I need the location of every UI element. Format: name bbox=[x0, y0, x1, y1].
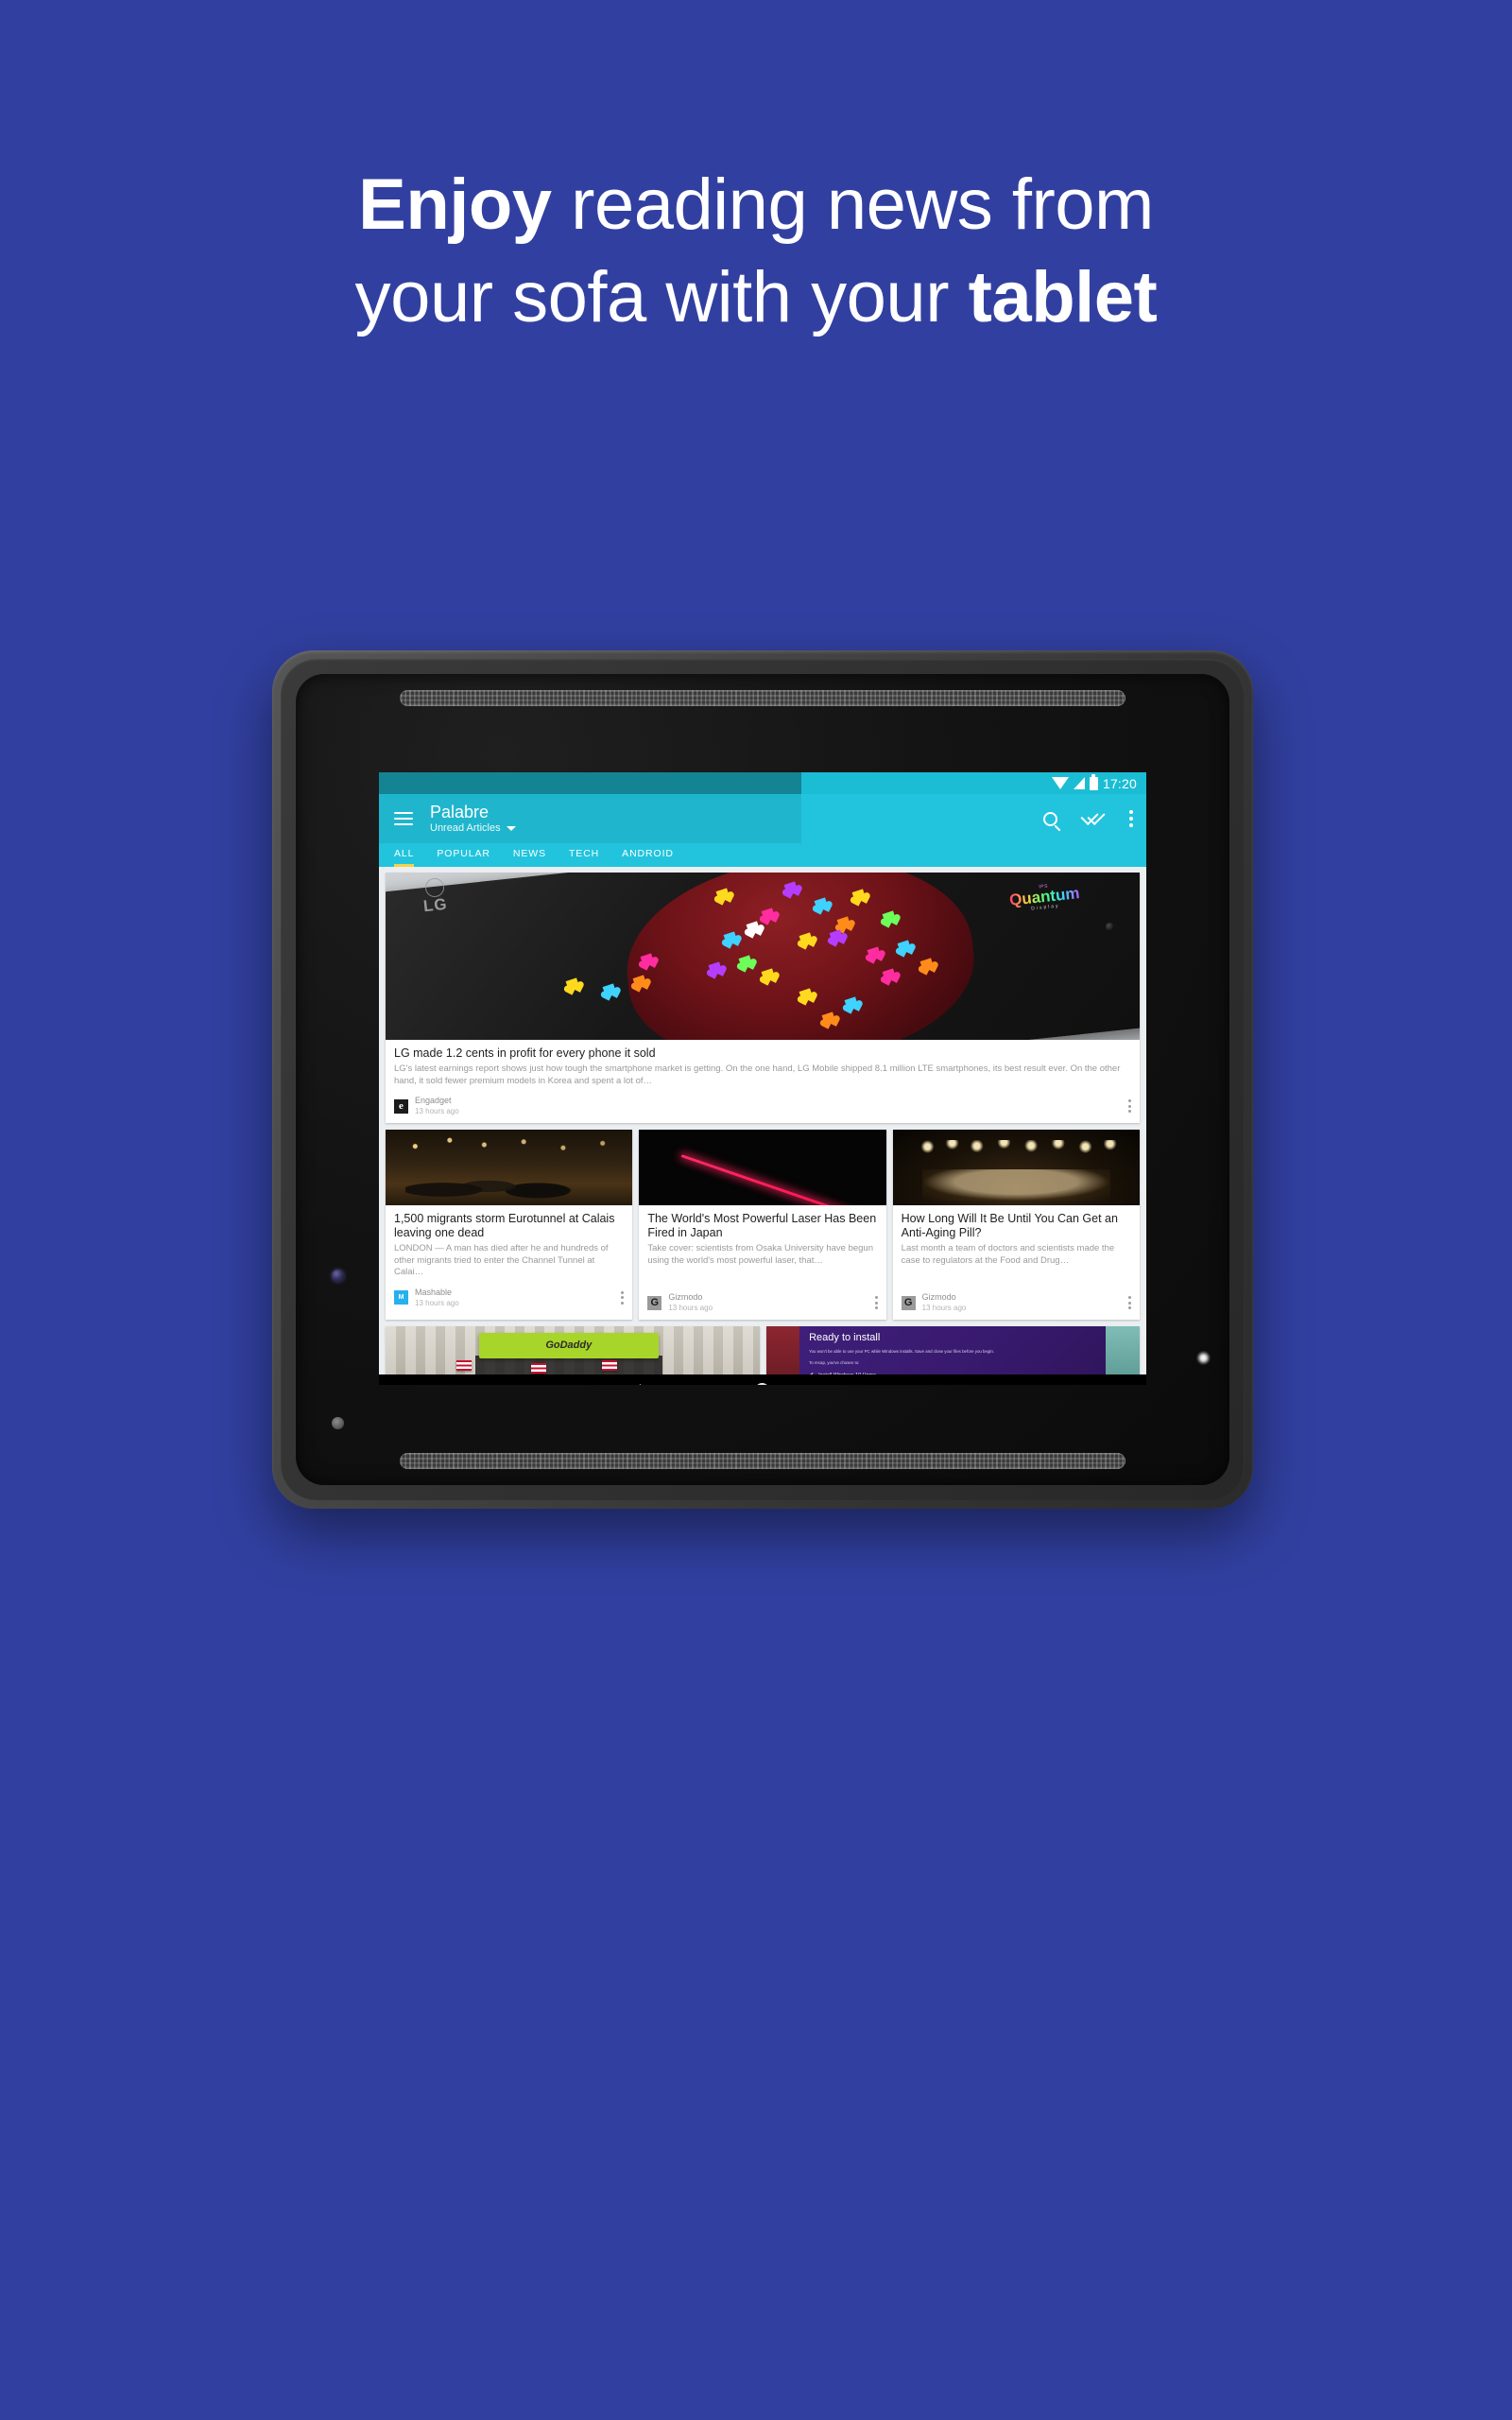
dialog-heading: Ready to install bbox=[809, 1332, 881, 1343]
search-icon[interactable] bbox=[1043, 811, 1057, 826]
article-row-two: 1,500 migrants storm Eurotunnel at Calai… bbox=[386, 1130, 1140, 1326]
tab-android[interactable]: ANDROID bbox=[622, 848, 674, 867]
headline-emphasis-tablet: tablet bbox=[968, 257, 1158, 337]
android-nav-bar bbox=[379, 1374, 1146, 1385]
article-title: LG made 1.2 cents in profit for every ph… bbox=[394, 1046, 656, 1060]
status-bar-shade bbox=[379, 772, 801, 794]
article-image-windows-install: Ready to install You won't be able to us… bbox=[765, 1326, 1140, 1374]
article-description: LONDON — A man has died after he and hun… bbox=[394, 1243, 609, 1277]
speaker-grille-bottom bbox=[400, 1453, 1125, 1469]
app-bar-actions bbox=[1043, 807, 1133, 830]
lg-logo-icon: LG bbox=[421, 894, 449, 916]
article-overflow-icon[interactable] bbox=[1128, 1098, 1131, 1115]
article-title: 1,500 migrants storm Eurotunnel at Calai… bbox=[394, 1212, 615, 1239]
app-title: Palabre bbox=[430, 803, 490, 821]
article-footer: G Gizmodo 13 hours ago bbox=[639, 1288, 885, 1320]
article-image-godaddy: GoDaddy It's Go Time bbox=[386, 1326, 760, 1374]
article-source: Gizmodo 13 hours ago bbox=[668, 1292, 868, 1313]
source-favicon-engadget: e bbox=[394, 1098, 408, 1114]
article-card-windows-upgrade[interactable]: Ready to install You won't be able to us… bbox=[765, 1326, 1140, 1374]
article-footer: G Gizmodo 13 hours ago bbox=[893, 1288, 1140, 1320]
article-footer: M Mashable 13 hours ago bbox=[386, 1283, 632, 1315]
tab-popular[interactable]: POPULAR bbox=[437, 848, 490, 867]
tab-tech[interactable]: TECH bbox=[569, 848, 599, 867]
source-favicon-gizmodo: G bbox=[647, 1295, 662, 1310]
article-description: Last month a team of doctors and scienti… bbox=[901, 1243, 1115, 1266]
article-image-candles bbox=[892, 1130, 1140, 1205]
article-timestamp: 13 hours ago bbox=[415, 1107, 459, 1115]
godaddy-banner-text: GoDaddy bbox=[478, 1332, 659, 1359]
article-timestamp: 13 hours ago bbox=[415, 1298, 459, 1307]
dialog-body: You won't be able to use your PC while W… bbox=[809, 1349, 995, 1354]
article-feed[interactable]: LG IPS Quantum Display LG made 1.2 cents… bbox=[379, 867, 1146, 1374]
recents-icon[interactable] bbox=[884, 1384, 897, 1385]
app-bar-titles: Palabre Unread Articles bbox=[430, 803, 1043, 835]
hamburger-icon[interactable] bbox=[394, 808, 413, 829]
tab-all[interactable]: ALL bbox=[394, 848, 415, 867]
article-image-lg-phone: LG IPS Quantum Display bbox=[386, 873, 1140, 1040]
sensor-dot-icon bbox=[332, 1417, 344, 1429]
article-overflow-icon[interactable] bbox=[1127, 1294, 1131, 1312]
page-headline: Enjoy reading news from your sofa with y… bbox=[0, 159, 1512, 344]
windows-install-dialog: Ready to install You won't be able to us… bbox=[799, 1326, 1107, 1374]
source-name: Gizmodo bbox=[921, 1292, 956, 1302]
back-icon[interactable] bbox=[628, 1383, 641, 1385]
headline-emphasis-enjoy: Enjoy bbox=[358, 164, 552, 245]
headline-line-1: Enjoy reading news from bbox=[0, 159, 1512, 251]
article-card-godaddy[interactable]: GoDaddy It's Go Time Web-hosting service… bbox=[386, 1326, 760, 1374]
tab-news[interactable]: NEWS bbox=[513, 848, 546, 867]
article-source: Gizmodo 13 hours ago bbox=[922, 1292, 1122, 1313]
app-bar: Palabre Unread Articles ALL POPULAR NEWS… bbox=[379, 794, 1146, 867]
article-timestamp: 13 hours ago bbox=[668, 1304, 713, 1312]
article-card-hero[interactable]: LG IPS Quantum Display LG made 1.2 cents… bbox=[386, 873, 1140, 1123]
overflow-menu-icon[interactable] bbox=[1129, 807, 1133, 830]
article-source: Mashable 13 hours ago bbox=[415, 1288, 614, 1308]
speaker-grille-top bbox=[400, 690, 1125, 706]
notification-led-icon bbox=[1196, 1351, 1211, 1365]
source-favicon-mashable: M bbox=[394, 1290, 408, 1305]
front-camera-icon bbox=[332, 1270, 344, 1282]
article-description: LG's latest earnings report shows just h… bbox=[394, 1063, 1121, 1086]
home-icon[interactable] bbox=[754, 1383, 770, 1385]
article-card-laser[interactable]: The World's Most Powerful Laser Has Been… bbox=[639, 1130, 886, 1320]
headline-line-2: your sofa with your tablet bbox=[0, 251, 1512, 344]
chevron-down-icon bbox=[506, 825, 516, 831]
feed-filter-dropdown[interactable]: Unread Articles bbox=[430, 821, 1043, 835]
article-card-antiaging[interactable]: How Long Will It Be Until You Can Get an… bbox=[892, 1130, 1140, 1320]
source-name: Gizmodo bbox=[668, 1292, 703, 1302]
dialog-recap: To recap, you've chosen to: bbox=[809, 1360, 860, 1365]
battery-icon bbox=[1089, 773, 1098, 790]
tablet-screen: 17:20 Palabre Unread Articles ALL POPULA… bbox=[379, 772, 1146, 1385]
category-tabs: ALL POPULAR NEWS TECH ANDROID bbox=[379, 843, 1146, 867]
article-title: How Long Will It Be Until You Can Get an… bbox=[901, 1212, 1118, 1239]
headline-line-2-rest: your sofa with your bbox=[354, 257, 969, 337]
source-favicon-gizmodo: G bbox=[901, 1295, 916, 1310]
status-bar-clock: 17:20 bbox=[1102, 775, 1137, 791]
article-overflow-icon[interactable] bbox=[874, 1294, 878, 1312]
article-source: Engadget 13 hours ago bbox=[415, 1096, 1122, 1116]
signal-icon bbox=[1073, 777, 1085, 789]
dialog-item-install: Install Windows 10 Home bbox=[809, 1371, 1096, 1374]
article-image-laser bbox=[639, 1130, 886, 1205]
headline-line-1-rest: reading news from bbox=[551, 164, 1154, 245]
article-row-three: GoDaddy It's Go Time Web-hosting service… bbox=[386, 1326, 1140, 1374]
article-card-migrants[interactable]: 1,500 migrants storm Eurotunnel at Calai… bbox=[386, 1130, 633, 1320]
article-description: Take cover: scientists from Osaka Univer… bbox=[647, 1243, 873, 1266]
article-timestamp: 13 hours ago bbox=[921, 1304, 967, 1312]
source-name: Mashable bbox=[415, 1287, 453, 1297]
wifi-icon bbox=[1051, 777, 1069, 789]
feed-filter-label: Unread Articles bbox=[430, 822, 501, 834]
article-title: The World's Most Powerful Laser Has Been… bbox=[647, 1212, 877, 1239]
source-name: Engadget bbox=[415, 1096, 452, 1105]
article-overflow-icon[interactable] bbox=[621, 1288, 625, 1306]
mark-all-read-icon[interactable] bbox=[1082, 811, 1105, 826]
article-image-night-road bbox=[386, 1130, 633, 1205]
android-status-bar: 17:20 bbox=[379, 772, 1146, 794]
article-footer: e Engadget 13 hours ago bbox=[386, 1091, 1140, 1123]
